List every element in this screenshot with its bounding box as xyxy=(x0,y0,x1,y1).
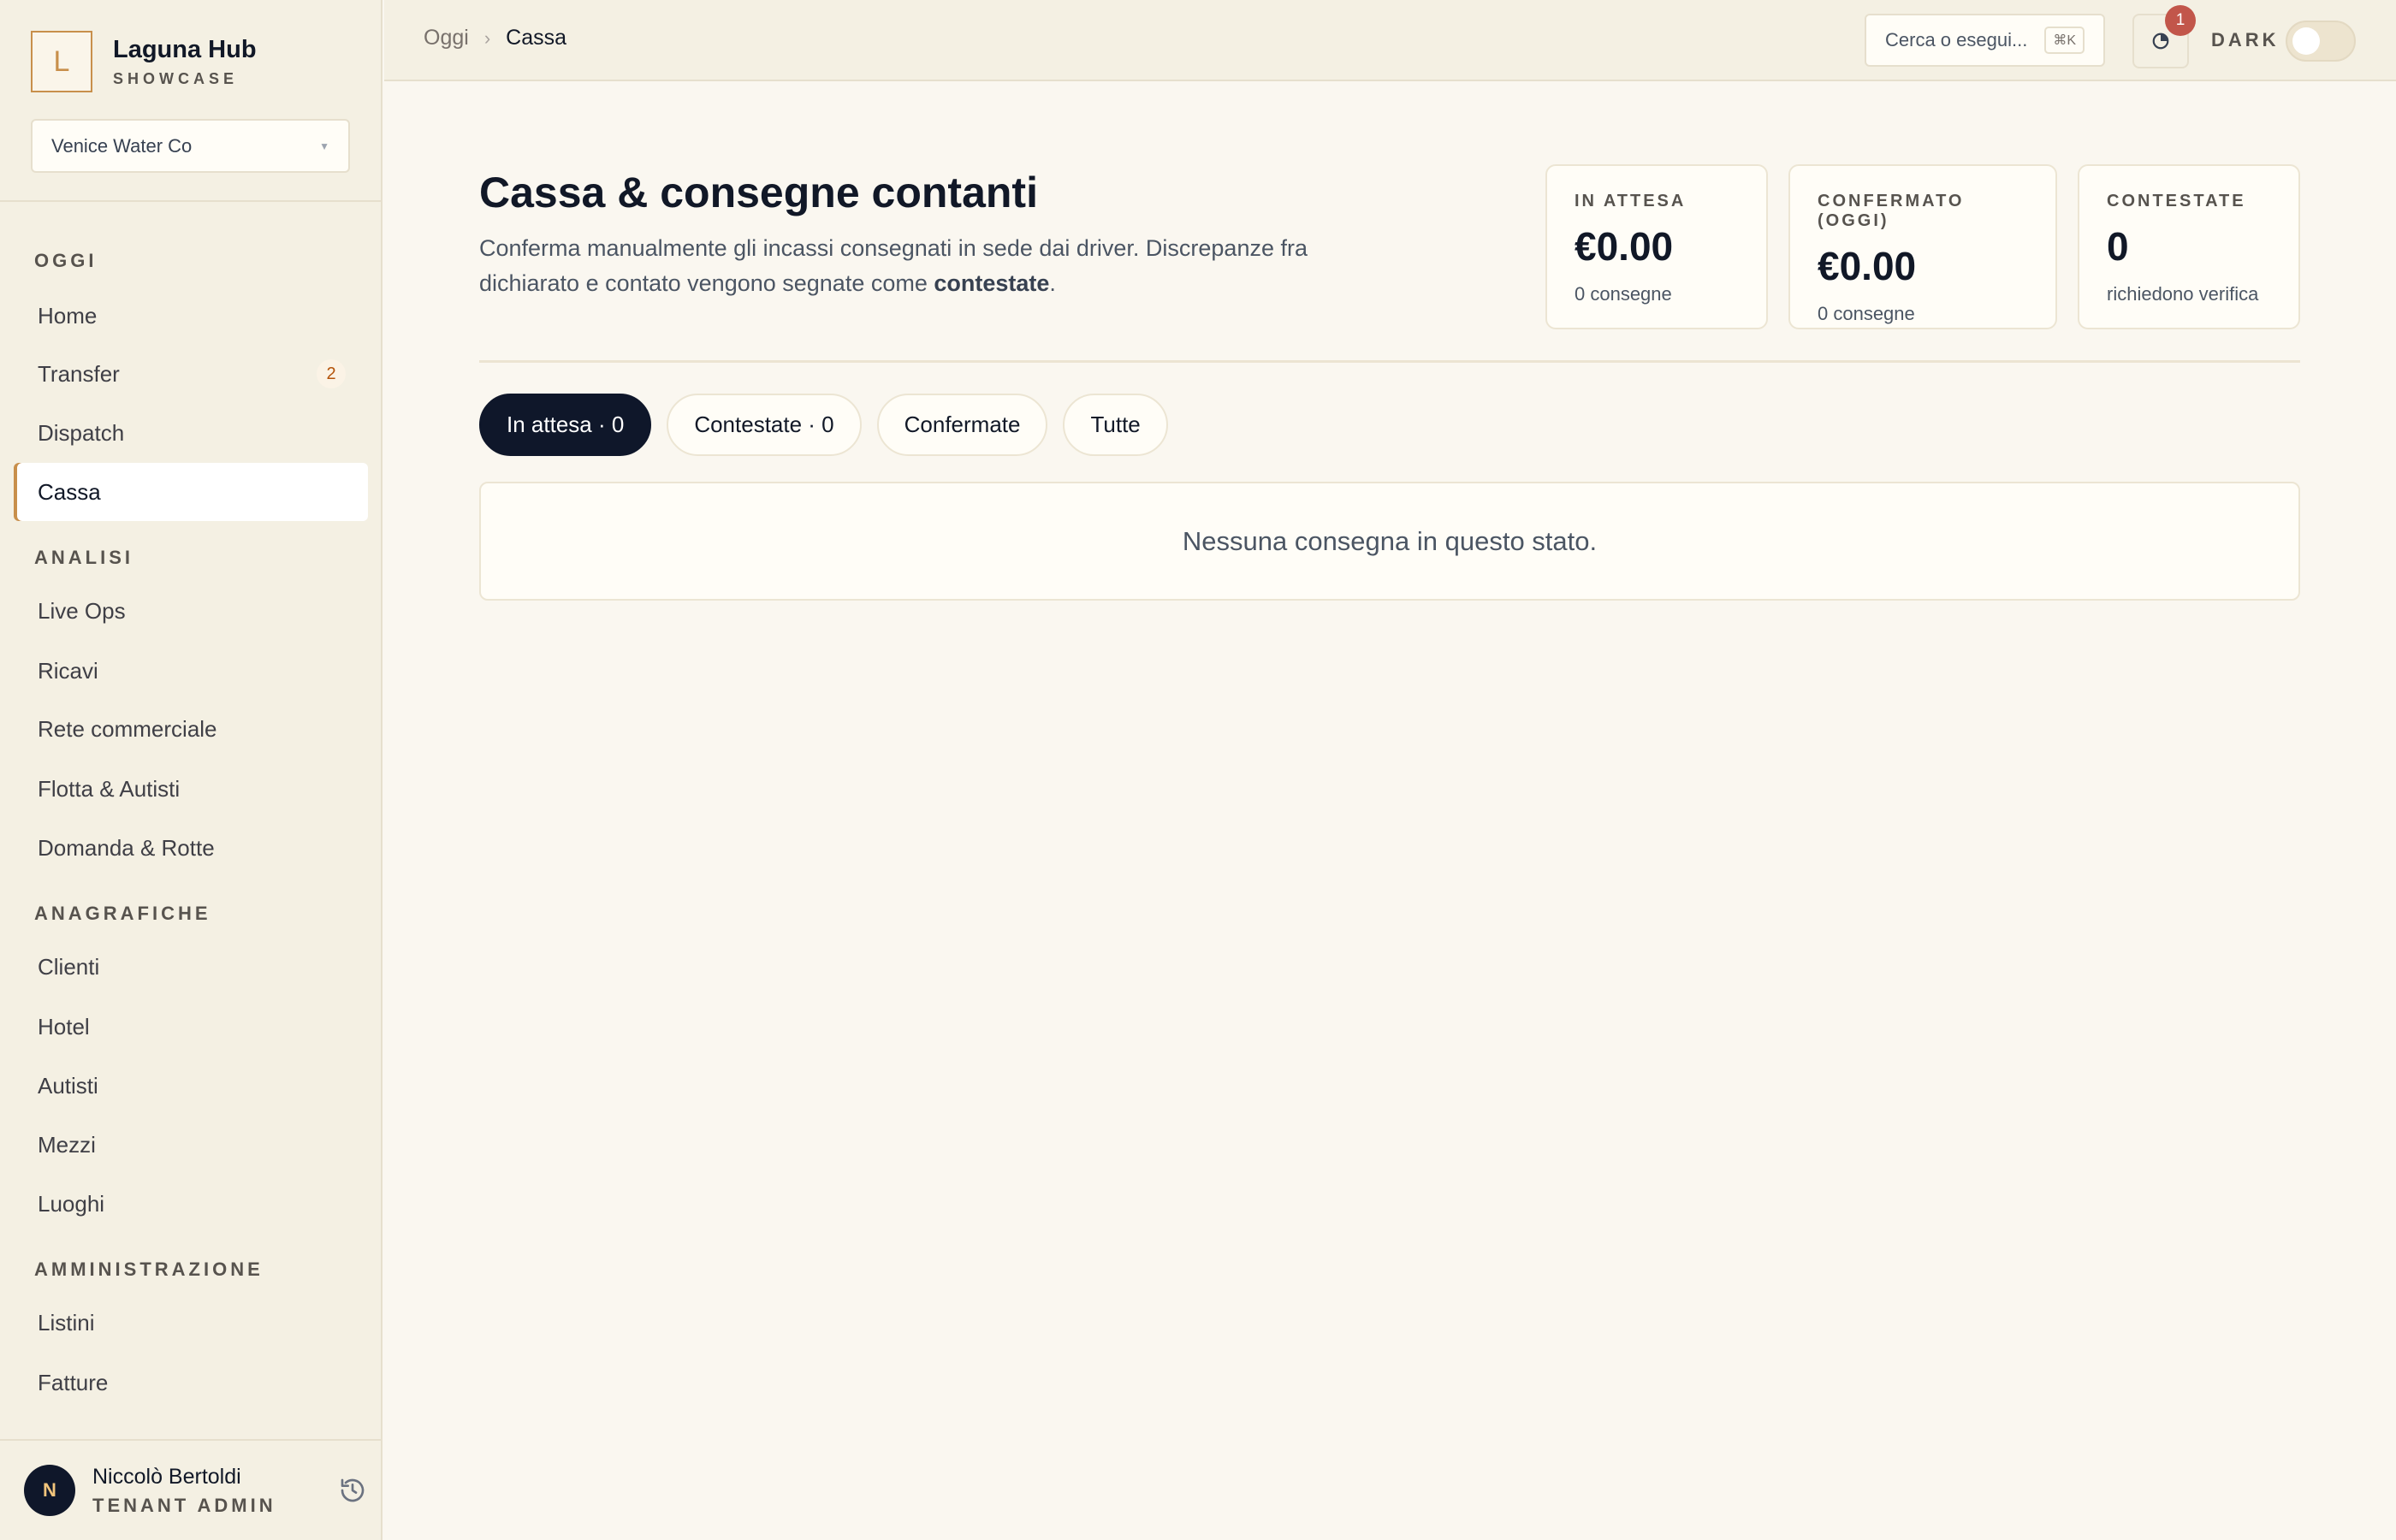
page-description-bold: contestate xyxy=(934,270,1050,296)
clock-pie-icon xyxy=(2152,33,2169,50)
sidebar-divider xyxy=(0,200,383,202)
tab-confermate[interactable]: Confermate xyxy=(876,394,1048,456)
sidebar-item-label: Hotel xyxy=(38,1013,90,1040)
page-description: Conferma manualmente gli incassi consegn… xyxy=(479,231,1335,301)
dark-mode-toggle[interactable] xyxy=(2286,21,2356,62)
user-role: TENANT ADMIN xyxy=(92,1494,276,1516)
sidebar-item-fatture[interactable]: Fatture xyxy=(14,1353,368,1412)
sidebar-item-label: Flotta & Autisti xyxy=(38,775,181,802)
sidebar-item-rete-commerciale[interactable]: Rete commerciale xyxy=(14,700,368,758)
app-name: Laguna Hub xyxy=(113,36,257,64)
sidebar-item-label: Mezzi xyxy=(38,1131,96,1158)
sidebar-item-label: Clienti xyxy=(38,953,100,980)
sidebar-item-label: Ricavi xyxy=(38,657,98,684)
tab-tutte[interactable]: Tutte xyxy=(1063,394,1168,456)
breadcrumb-current: Cassa xyxy=(506,26,567,50)
tenant-select-value: Venice Water Co xyxy=(51,134,193,157)
section-divider xyxy=(479,360,2300,363)
stat-sub: 0 consegne xyxy=(1575,283,1672,305)
nav-section-analisi: ANALISI xyxy=(34,547,133,568)
history-icon[interactable] xyxy=(339,1477,366,1504)
app-subtitle: SHOWCASE xyxy=(113,69,239,87)
empty-state-panel: Nessuna consegna in questo stato. xyxy=(479,482,2300,601)
sidebar-item-domanda-rotte[interactable]: Domanda & Rotte xyxy=(14,819,368,877)
stat-value: €0.00 xyxy=(1818,244,1917,288)
search-shortcut: ⌘K xyxy=(2044,27,2085,54)
sidebar-item-cassa[interactable]: Cassa xyxy=(14,463,368,521)
sidebar-item-flotta-autisti[interactable]: Flotta & Autisti xyxy=(14,760,368,818)
stat-card-confermato: CONFERMATO (OGGI) €0.00 0 consegne xyxy=(1788,164,2057,329)
app-logo: L xyxy=(31,31,92,92)
avatar: N xyxy=(24,1465,75,1516)
command-search[interactable]: Cerca o esegui... ⌘K xyxy=(1865,14,2105,67)
sidebar-item-label: Fatture xyxy=(38,1369,109,1395)
sidebar-item-home[interactable]: Home xyxy=(14,287,368,345)
sidebar-item-label: Rete commerciale xyxy=(38,715,217,742)
sidebar-item-hotel[interactable]: Hotel xyxy=(14,998,368,1056)
sidebar-item-mezzi[interactable]: Mezzi xyxy=(14,1116,368,1174)
breadcrumb-separator: › xyxy=(483,27,491,49)
sidebar-item-label: Autisti xyxy=(38,1072,98,1099)
stat-value: €0.00 xyxy=(1575,224,1674,269)
chevron-down-icon: ▼ xyxy=(319,139,329,152)
sidebar-item-autisti[interactable]: Autisti xyxy=(14,1057,368,1115)
page-description-text: Conferma manualmente gli incassi consegn… xyxy=(479,235,1308,296)
sidebar-item-label: Luoghi xyxy=(38,1190,105,1217)
stat-card-in-attesa: IN ATTESA €0.00 0 consegne xyxy=(1545,164,1768,329)
sidebar-item-dispatch[interactable]: Dispatch xyxy=(14,404,368,462)
toggle-knob xyxy=(2292,27,2320,55)
stat-label: CONFERMATO (OGGI) xyxy=(1818,192,1965,230)
stat-label: CONTESTATE xyxy=(2107,192,2246,210)
breadcrumb-parent[interactable]: Oggi xyxy=(424,26,469,50)
breadcrumb: Oggi › Cassa xyxy=(424,26,566,50)
notifications-button[interactable]: 1 xyxy=(2132,5,2196,68)
transfer-count-badge: 2 xyxy=(317,359,346,388)
dark-mode-label: DARK xyxy=(2211,29,2280,50)
sidebar-item-label: Transfer xyxy=(38,360,120,387)
tenant-select[interactable]: Venice Water Co ▼ xyxy=(31,119,350,173)
sidebar-item-label: Cassa xyxy=(38,478,101,505)
nav-section-anagrafiche: ANAGRAFICHE xyxy=(34,903,211,924)
topbar: Oggi › Cassa Cerca o esegui... ⌘K 1 DARK xyxy=(384,0,2396,81)
sidebar-item-label: Home xyxy=(38,302,98,329)
page-title: Cassa & consegne contanti xyxy=(479,169,1038,216)
page-description-end: . xyxy=(1049,270,1056,296)
stat-label: IN ATTESA xyxy=(1575,192,1687,210)
sidebar-item-label: Live Ops xyxy=(38,597,126,624)
user-divider xyxy=(0,1439,383,1441)
sidebar-item-listini[interactable]: Listini xyxy=(14,1294,368,1352)
sidebar-item-luoghi[interactable]: Luoghi xyxy=(14,1175,368,1233)
sidebar-item-ricavi[interactable]: Ricavi xyxy=(14,642,368,700)
sidebar-item-transfer[interactable]: Transfer 2 xyxy=(14,345,368,403)
user-info: Niccolò Bertoldi TENANT ADMIN xyxy=(92,1465,276,1517)
status-tabs: In attesa · 0 Contestate · 0 Confermate … xyxy=(479,394,1168,456)
tab-in-attesa[interactable]: In attesa · 0 xyxy=(479,394,652,456)
brand[interactable]: L Laguna Hub SHOWCASE xyxy=(31,31,257,92)
sidebar-item-label: Domanda & Rotte xyxy=(38,834,215,861)
nav-section-amministrazione: AMMINISTRAZIONE xyxy=(34,1259,264,1280)
sidebar-item-clienti[interactable]: Clienti xyxy=(14,938,368,996)
user-name: Niccolò Bertoldi xyxy=(92,1464,241,1489)
sidebar-item-label: Dispatch xyxy=(38,419,125,446)
stat-value: 0 xyxy=(2107,224,2129,269)
stat-sub: richiedono verifica xyxy=(2107,283,2259,305)
user-profile[interactable]: N Niccolò Bertoldi TENANT ADMIN xyxy=(24,1463,366,1518)
tab-contestate[interactable]: Contestate · 0 xyxy=(667,394,862,456)
brand-text: Laguna Hub SHOWCASE xyxy=(113,35,257,88)
sidebar-item-label: Listini xyxy=(38,1309,95,1336)
sidebar: L Laguna Hub SHOWCASE Venice Water Co ▼ … xyxy=(0,0,383,1540)
sidebar-item-live-ops[interactable]: Live Ops xyxy=(14,582,368,640)
empty-state-message: Nessuna consegna in questo stato. xyxy=(1182,525,1598,556)
search-placeholder: Cerca o esegui... xyxy=(1885,29,2028,50)
nav-section-oggi: OGGI xyxy=(34,250,98,271)
notification-count-badge: 1 xyxy=(2165,5,2196,36)
stat-sub: 0 consegne xyxy=(1818,303,1915,324)
stat-card-contestate: CONTESTATE 0 richiedono verifica xyxy=(2078,164,2300,329)
